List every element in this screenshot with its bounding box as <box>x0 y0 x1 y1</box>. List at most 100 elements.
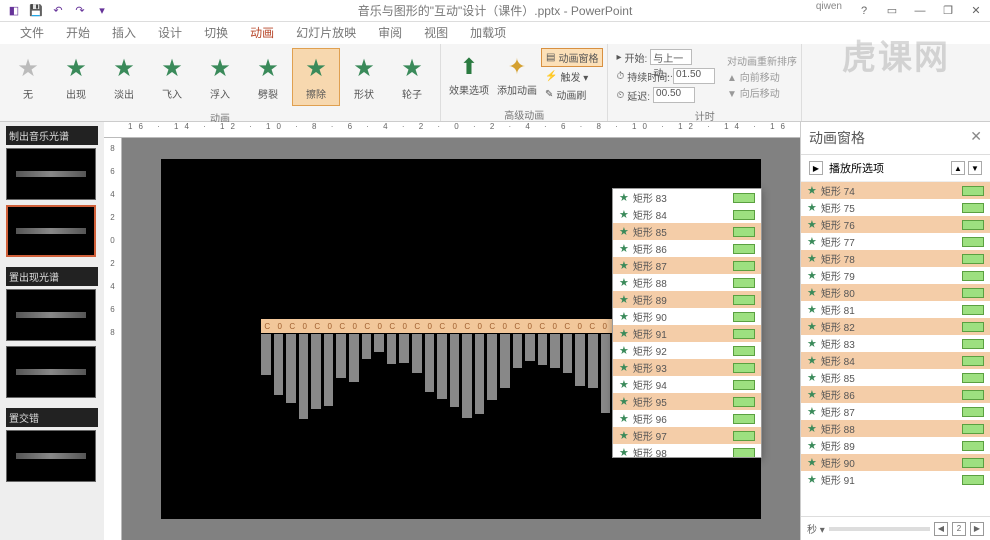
start-row[interactable]: ▸ 开始: 与上一动… <box>612 48 719 66</box>
tab-幻灯片放映[interactable]: 幻灯片放映 <box>292 21 360 44</box>
move-earlier-button[interactable]: ▲ 向前移动 <box>727 69 797 84</box>
duration-bar <box>962 458 984 468</box>
animation-pane-button[interactable]: ▤动画窗格 <box>541 48 603 67</box>
timeline-prev-icon[interactable]: ◀ <box>934 522 948 536</box>
anim-list-item[interactable]: ★矩形 85 <box>613 223 761 240</box>
start-value[interactable]: 与上一动… <box>650 49 692 65</box>
tab-插入[interactable]: 插入 <box>108 21 140 44</box>
star-icon: ★ <box>807 252 817 265</box>
star-icon: ★ <box>65 54 87 83</box>
tab-视图[interactable]: 视图 <box>420 21 452 44</box>
anim-list-item[interactable]: ★矩形 89 <box>801 437 990 454</box>
app-icon[interactable]: ◧ <box>4 2 24 20</box>
help-icon[interactable]: ? <box>850 1 878 21</box>
delay-value[interactable]: 00.50 <box>653 87 695 103</box>
maximize-icon[interactable]: ❐ <box>934 1 962 21</box>
star-icon: ★ <box>807 184 817 197</box>
play-selected-button[interactable]: 播放所选项 <box>829 160 884 176</box>
anim-list-item[interactable]: ★矩形 93 <box>613 359 761 376</box>
anim-list-item[interactable]: ★矩形 86 <box>801 386 990 403</box>
anim-list-item[interactable]: ★矩形 87 <box>613 257 761 274</box>
anim-list-item[interactable]: ★矩形 76 <box>801 216 990 233</box>
anim-list-item[interactable]: ★矩形 78 <box>801 250 990 267</box>
anim-list-item[interactable]: ★矩形 80 <box>801 284 990 301</box>
anim-list-item[interactable]: ★矩形 82 <box>801 318 990 335</box>
effect-options-button[interactable]: ⬆ 效果选项 <box>445 50 493 101</box>
undo-icon[interactable]: ↶ <box>48 2 68 20</box>
duration-bar <box>962 322 984 332</box>
anim-list-item[interactable]: ★矩形 98 <box>613 444 761 458</box>
anim-淡出[interactable]: ★淡出 <box>100 48 148 106</box>
zoom-value[interactable]: 2 <box>952 522 966 536</box>
anim-劈裂[interactable]: ★劈裂 <box>244 48 292 106</box>
anim-无[interactable]: ★无 <box>4 48 52 106</box>
slide-thumb[interactable] <box>6 346 96 398</box>
add-animation-button[interactable]: ✦ 添加动画 <box>493 50 541 101</box>
slide-thumb[interactable] <box>6 205 96 257</box>
anim-list-item[interactable]: ★矩形 90 <box>613 308 761 325</box>
anim-list-item[interactable]: ★矩形 77 <box>801 233 990 250</box>
anim-擦除[interactable]: ★擦除 <box>292 48 340 106</box>
qat-more-icon[interactable]: ▾ <box>92 2 112 20</box>
account-name[interactable]: qiwen <box>816 1 842 21</box>
anim-list-item[interactable]: ★矩形 92 <box>613 342 761 359</box>
move-later-button[interactable]: ▼ 向后移动 <box>727 85 797 100</box>
anim-形状[interactable]: ★形状 <box>340 48 388 106</box>
anim-list-item[interactable]: ★矩形 81 <box>801 301 990 318</box>
anim-list-item[interactable]: ★矩形 84 <box>801 352 990 369</box>
slide-thumb[interactable] <box>6 430 96 482</box>
anim-list-item[interactable]: ★矩形 86 <box>613 240 761 257</box>
anim-飞入[interactable]: ★飞入 <box>148 48 196 106</box>
redo-icon[interactable]: ↷ <box>70 2 90 20</box>
slide-thumbnails[interactable]: 制出音乐光谱 置出现光谱 置交错 <box>0 122 104 540</box>
minimize-icon[interactable]: — <box>906 1 934 21</box>
ribbon-options-icon[interactable]: ▭ <box>878 1 906 21</box>
animation-overflow-list[interactable]: ★矩形 83★矩形 84★矩形 85★矩形 86★矩形 87★矩形 88★矩形 … <box>612 188 762 458</box>
tab-审阅[interactable]: 审阅 <box>374 21 406 44</box>
save-icon[interactable]: 💾 <box>26 2 46 20</box>
tab-加载项[interactable]: 加载项 <box>466 21 510 44</box>
pane-close-icon[interactable]: ✕ <box>970 128 982 148</box>
anim-list-item[interactable]: ★矩形 94 <box>613 376 761 393</box>
move-up-icon[interactable]: ▲ <box>951 161 965 175</box>
anim-list-item[interactable]: ★矩形 87 <box>801 403 990 420</box>
anim-list-item[interactable]: ★矩形 90 <box>801 454 990 471</box>
anim-list-item[interactable]: ★矩形 85 <box>801 369 990 386</box>
anim-list-item[interactable]: ★矩形 83 <box>801 335 990 352</box>
star-icon: ★ <box>619 395 629 408</box>
anim-list-item[interactable]: ★矩形 91 <box>613 325 761 342</box>
anim-list-item[interactable]: ★矩形 75 <box>801 199 990 216</box>
anim-浮入[interactable]: ★浮入 <box>196 48 244 106</box>
tab-开始[interactable]: 开始 <box>62 21 94 44</box>
anim-list-item[interactable]: ★矩形 91 <box>801 471 990 488</box>
anim-list-item[interactable]: ★矩形 83 <box>613 189 761 206</box>
play-icon[interactable]: ▶ <box>809 161 823 175</box>
move-down-icon[interactable]: ▼ <box>968 161 982 175</box>
anim-list-item[interactable]: ★矩形 74 <box>801 182 990 199</box>
anim-list-item[interactable]: ★矩形 88 <box>613 274 761 291</box>
timeline-track[interactable] <box>829 527 930 531</box>
anim-list-item[interactable]: ★矩形 96 <box>613 410 761 427</box>
anim-list-item[interactable]: ★矩形 88 <box>801 420 990 437</box>
tab-切换[interactable]: 切换 <box>200 21 232 44</box>
anim-list-item[interactable]: ★矩形 95 <box>613 393 761 410</box>
animation-painter-button[interactable]: ✎动画刷 <box>541 86 603 103</box>
timeline-next-icon[interactable]: ▶ <box>970 522 984 536</box>
slide-thumb[interactable] <box>6 148 96 200</box>
delay-row[interactable]: ⏲ 延迟: 00.50 <box>612 86 719 104</box>
seconds-label[interactable]: 秒 ▾ <box>807 521 825 536</box>
duration-row[interactable]: ⏱ 持续时间: 01.50 <box>612 67 719 85</box>
anim-list-item[interactable]: ★矩形 89 <box>613 291 761 308</box>
slide-thumb[interactable] <box>6 289 96 341</box>
anim-list-item[interactable]: ★矩形 97 <box>613 427 761 444</box>
anim-轮子[interactable]: ★轮子 <box>388 48 436 106</box>
duration-value[interactable]: 01.50 <box>673 68 715 84</box>
anim-出现[interactable]: ★出现 <box>52 48 100 106</box>
tab-设计[interactable]: 设计 <box>154 21 186 44</box>
tab-文件[interactable]: 文件 <box>16 21 48 44</box>
anim-list-item[interactable]: ★矩形 84 <box>613 206 761 223</box>
close-icon[interactable]: ✕ <box>962 1 990 21</box>
tab-动画[interactable]: 动画 <box>246 21 278 44</box>
trigger-button[interactable]: ⚡触发 ▾ <box>541 68 603 85</box>
anim-list-item[interactable]: ★矩形 79 <box>801 267 990 284</box>
